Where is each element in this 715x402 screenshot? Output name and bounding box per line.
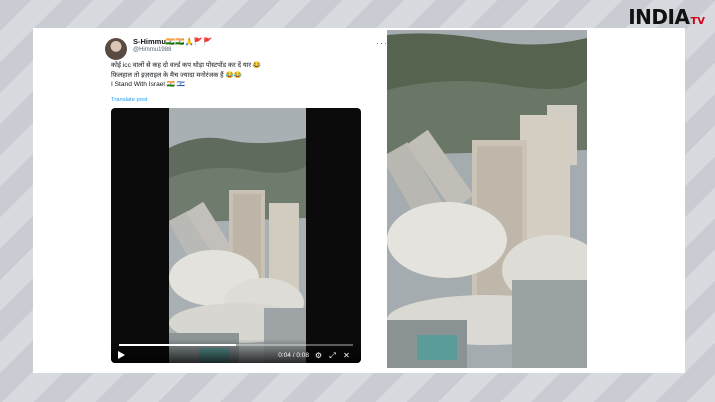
video-time: 0:04 / 0:08 [278, 352, 309, 359]
demolition-scene-image [169, 108, 306, 363]
tweet-line: फ़िलहाल तो इज़राइल के मैच ज्यादा मनोरंजक… [111, 71, 242, 79]
avatar[interactable] [105, 38, 127, 60]
translate-post-link[interactable]: Translate post [111, 97, 148, 103]
video-frame [169, 108, 306, 363]
close-icon[interactable]: ✕ [342, 351, 351, 360]
video-still-enlarged [387, 30, 587, 368]
tweet-line: I Stand With Israel 🇮🇳 🇮🇱 [111, 81, 185, 88]
tweet-screenshot: S-Himmu🇮🇳🇮🇳🙏🚩🚩 @Himmu1988 ··· कोई icc वा… [105, 30, 390, 368]
settings-icon[interactable]: ⚙ [314, 351, 323, 360]
display-name[interactable]: S-Himmu🇮🇳🇮🇳🙏🚩🚩 [133, 37, 213, 46]
fullscreen-icon[interactable]: ⤢ [328, 351, 337, 360]
tweet-text: कोई icc वालों से कह दो वर्ल्ड कप थोड़ा प… [111, 61, 391, 90]
indiatv-logo: INDIA TV [628, 5, 705, 29]
user-handle[interactable]: @Himmu1988 [133, 47, 171, 53]
video-controls: 0:04 / 0:08 ⚙ ⤢ ✕ [111, 339, 361, 363]
tweet-line: कोई icc वालों से कह दो वर्ल्ड कप थोड़ा प… [111, 62, 262, 69]
logo-text: INDIA [628, 5, 690, 29]
logo-suffix: TV [690, 16, 705, 27]
play-icon[interactable] [118, 351, 125, 359]
content-card: S-Himmu🇮🇳🇮🇳🙏🚩🚩 @Himmu1988 ··· कोई icc वा… [33, 28, 685, 373]
video-progress-fill [119, 344, 236, 346]
video-progress-bar[interactable] [119, 344, 353, 346]
demolition-scene-image [387, 30, 587, 368]
video-player[interactable]: 0:04 / 0:08 ⚙ ⤢ ✕ [111, 108, 361, 363]
